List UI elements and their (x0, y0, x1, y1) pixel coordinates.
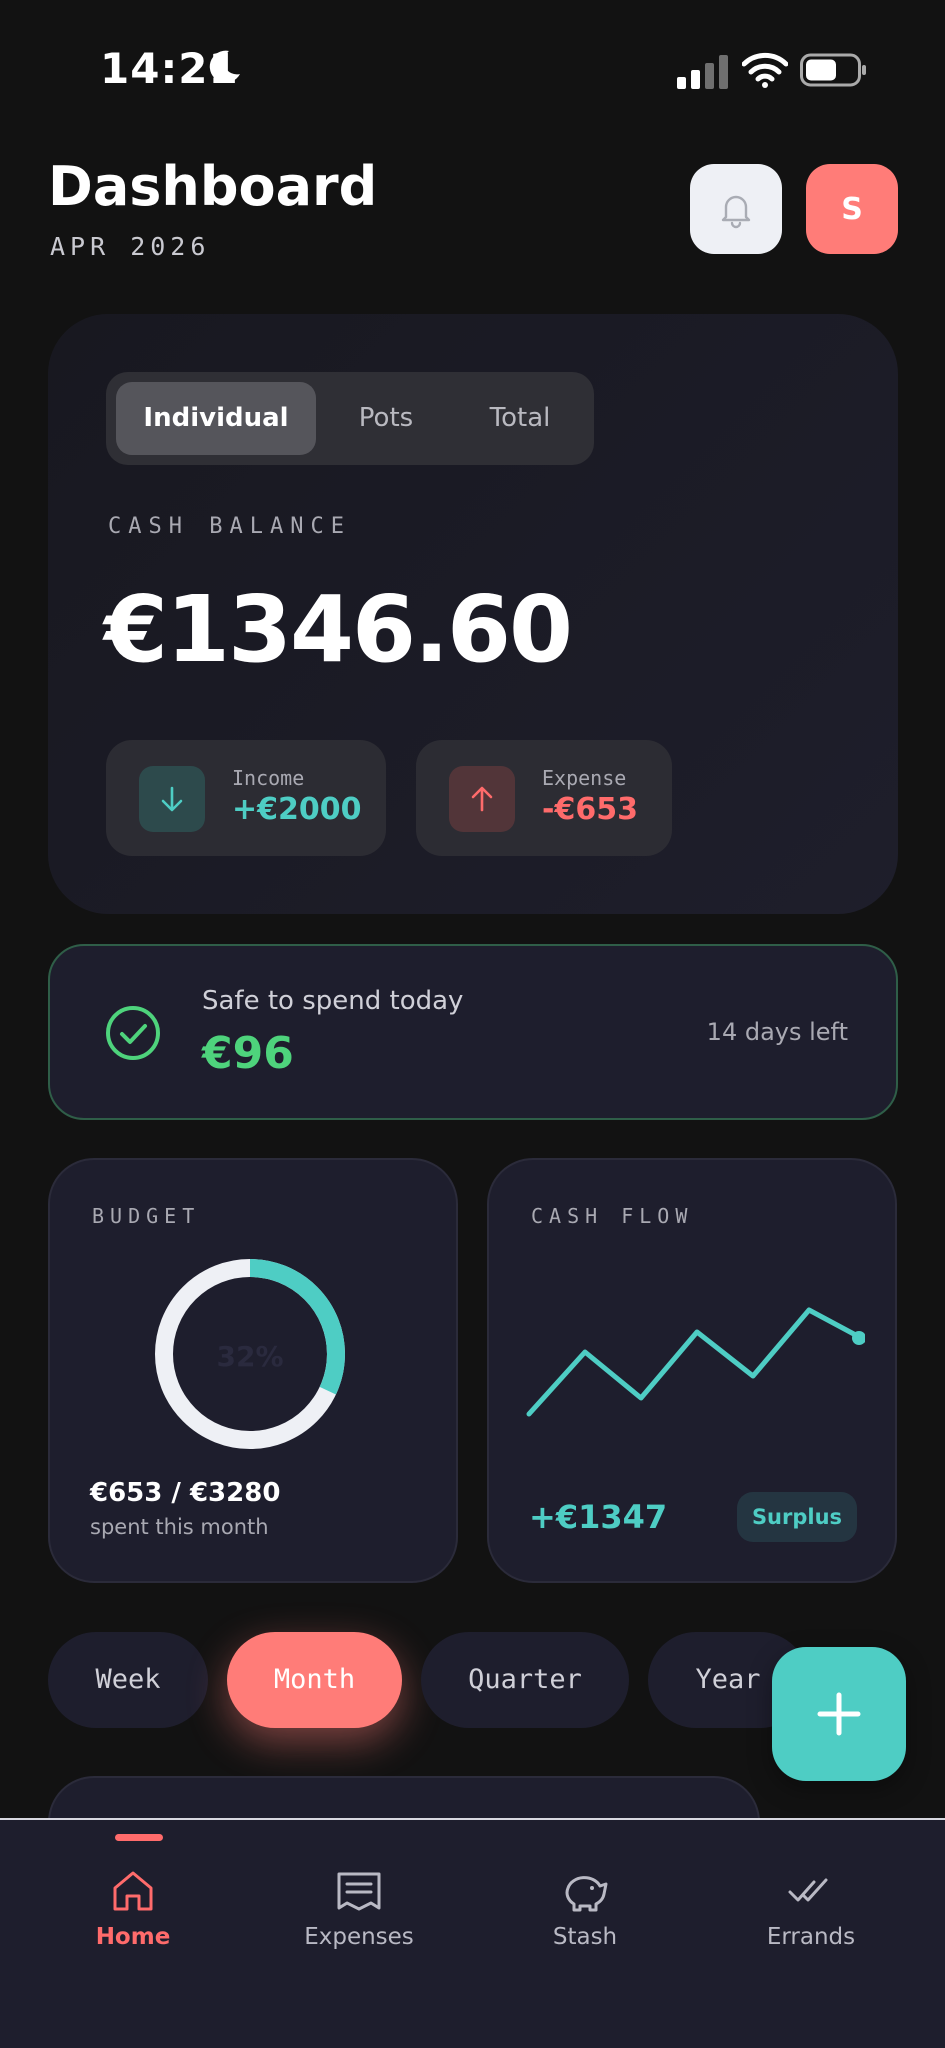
budget-amount: €653 / €3280 (90, 1478, 281, 1508)
period-quarter[interactable]: Quarter (421, 1632, 629, 1728)
status-bar: 14:21 (0, 0, 945, 140)
plus-icon (817, 1692, 861, 1736)
moon-icon (209, 50, 240, 83)
wifi-icon (742, 52, 788, 88)
cash-balance-label: CASH BALANCE (108, 514, 351, 539)
tab-errands-label: Errands (766, 1924, 856, 1950)
cellular-signal-icon (677, 55, 728, 89)
receipt-icon (337, 1872, 381, 1911)
tab-home[interactable]: Home (15, 1820, 251, 2000)
budget-percent: 32% (216, 1340, 283, 1373)
bell-icon (721, 195, 751, 229)
income-value: +€2000 (232, 792, 362, 827)
arrow-down-icon (139, 766, 205, 832)
balance-segmented-control: Individual Pots Total (106, 372, 594, 465)
check-circle-icon (106, 1006, 160, 1060)
active-tab-indicator (115, 1834, 163, 1841)
cash-flow-sparkline (526, 1307, 865, 1417)
cash-balance-value: €1346.60 (104, 576, 573, 683)
surplus-badge: Surplus (737, 1492, 857, 1542)
balance-card: Individual Pots Total CASH BALANCE €1346… (48, 314, 898, 914)
month-label: APR 2026 (50, 232, 211, 261)
tab-errands[interactable]: Errands (693, 1820, 929, 2000)
tab-stash-label: Stash (552, 1924, 618, 1950)
expense-label: Expense (542, 766, 627, 790)
double-check-icon (788, 1878, 828, 1902)
budget-card[interactable]: BUDGET 32% €653 / €3280 spent this month (48, 1158, 458, 1583)
safe-to-spend-card[interactable]: Safe to spend today €96 14 days left (48, 944, 898, 1120)
safe-to-spend-value: €96 (202, 1028, 294, 1079)
days-left: 14 days left (706, 1018, 848, 1046)
expense-summary[interactable]: Expense -€653 (416, 740, 672, 856)
arrow-up-icon (449, 766, 515, 832)
period-month[interactable]: Month (227, 1632, 402, 1728)
safe-to-spend-label: Safe to spend today (202, 986, 464, 1016)
tab-stash[interactable]: Stash (467, 1820, 703, 2000)
budget-donut: 32% (155, 1259, 345, 1449)
battery-icon (800, 53, 866, 87)
cash-flow-amount: +€1347 (529, 1498, 668, 1536)
income-label: Income (232, 766, 305, 790)
home-icon (113, 1871, 153, 1911)
tab-bar: Home Expenses Stash Errands (0, 1818, 945, 2048)
segment-total[interactable]: Total (456, 382, 584, 455)
profile-avatar-button[interactable]: S (806, 164, 898, 254)
period-week[interactable]: Week (48, 1632, 208, 1728)
tab-home-label: Home (95, 1924, 171, 1950)
expense-value: -€653 (542, 792, 638, 827)
tab-expenses[interactable]: Expenses (241, 1820, 477, 2000)
segment-pots[interactable]: Pots (316, 382, 456, 455)
tab-expenses-label: Expenses (304, 1924, 414, 1950)
piggy-bank-icon (565, 1876, 608, 1912)
add-transaction-button[interactable] (772, 1647, 906, 1781)
income-summary[interactable]: Income +€2000 (106, 740, 386, 856)
page-title: Dashboard (48, 155, 378, 218)
cash-flow-label: CASH FLOW (531, 1204, 694, 1228)
segment-individual[interactable]: Individual (116, 382, 316, 455)
budget-label: BUDGET (92, 1204, 201, 1228)
cash-flow-card[interactable]: CASH FLOW +€1347 Surplus (487, 1158, 897, 1583)
budget-subtitle: spent this month (90, 1515, 269, 1539)
notifications-button[interactable] (690, 164, 782, 254)
